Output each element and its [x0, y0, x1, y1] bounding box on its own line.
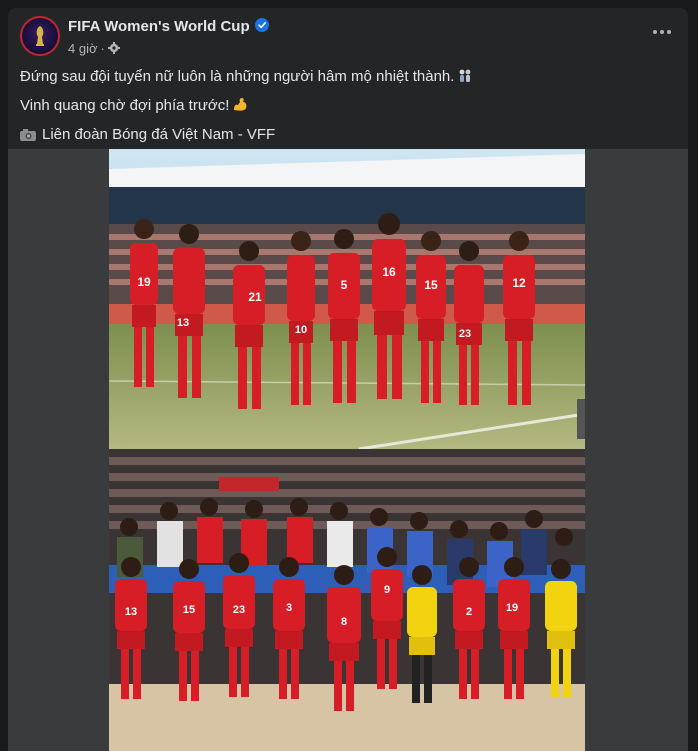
top-shirt-number: 12 [512, 276, 526, 290]
women-wrestling-emoji-icon [460, 69, 471, 82]
post-card: FIFA Women's World Cup 4 giờ · Đứng sau đ… [8, 8, 688, 751]
post-line-2-text: Vinh quang chờ đợi phía trước! [20, 97, 230, 114]
post-header: FIFA Women's World Cup 4 giờ · [20, 16, 676, 60]
bottom-shirt-number: 3 [286, 602, 292, 614]
bottom-shirt-number: 23 [233, 604, 245, 616]
post-line-1-text: Đứng sau đội tuyển nữ luôn là những ngườ… [20, 68, 455, 85]
top-shirt-number: 23 [459, 328, 471, 340]
top-shirt-number: 13 [177, 317, 189, 329]
post-time[interactable]: 4 giờ [68, 41, 98, 56]
more-dot-icon [667, 30, 671, 34]
more-dot-icon [660, 30, 664, 34]
post-media: 19 13 21 10 5 16 15 23 12 13 15 23 3 8 9… [8, 149, 688, 751]
meta-separator: · [100, 41, 105, 56]
bottom-shirt-number: 19 [506, 602, 518, 614]
team-front-row: 13 15 23 3 8 9 2 19 [115, 547, 577, 711]
audience-gear-icon[interactable] [107, 42, 120, 54]
more-options-button[interactable] [648, 22, 676, 42]
bottom-shirt-number: 8 [341, 616, 347, 628]
bottom-shirt-number: 15 [183, 604, 195, 616]
photo-collage[interactable]: 19 13 21 10 5 16 15 23 12 13 15 23 3 8 9… [109, 149, 585, 751]
post-text: Đứng sau đội tuyển nữ luôn là những ngườ… [20, 67, 676, 154]
top-shirt-number: 16 [382, 265, 396, 279]
top-shirt-number: 19 [137, 275, 151, 289]
photo-team-on-pitch[interactable]: 19 13 21 10 5 16 15 23 12 [109, 149, 585, 449]
post-meta: 4 giờ · [68, 41, 120, 56]
verified-badge-icon [254, 18, 269, 32]
photo-team-with-fans[interactable]: 13 15 23 3 8 9 2 19 [109, 449, 585, 751]
post-line-1: Đứng sau đội tuyển nữ luôn là những ngườ… [20, 67, 676, 87]
top-shirt-number: 21 [248, 290, 262, 304]
top-shirt-number: 15 [424, 278, 438, 292]
post-line-3: Liên đoàn Bóng đá Việt Nam - VFF [20, 125, 676, 145]
page-avatar[interactable] [20, 16, 60, 56]
bottom-shirt-number: 9 [384, 584, 390, 596]
flexed-biceps-emoji-icon [234, 98, 247, 111]
post-line-3-text: Liên đoàn Bóng đá Việt Nam - VFF [42, 126, 276, 143]
page-name-text[interactable]: FIFA Women's World Cup [68, 18, 250, 35]
trophy-icon [36, 26, 44, 46]
top-shirt-number: 5 [341, 278, 348, 292]
bottom-shirt-number: 13 [125, 606, 137, 618]
post-line-2: Vinh quang chờ đợi phía trước! [20, 96, 676, 116]
more-dot-icon [653, 30, 657, 34]
photo-team-on-pitch-image: 19 13 21 10 5 16 15 23 12 [109, 149, 585, 449]
bottom-shirt-number: 2 [466, 606, 472, 618]
photo-team-with-fans-image: 13 15 23 3 8 9 2 19 [109, 449, 585, 751]
top-shirt-number: 10 [295, 324, 307, 336]
page-name[interactable]: FIFA Women's World Cup [68, 18, 269, 35]
camera-emoji-icon [20, 129, 36, 141]
